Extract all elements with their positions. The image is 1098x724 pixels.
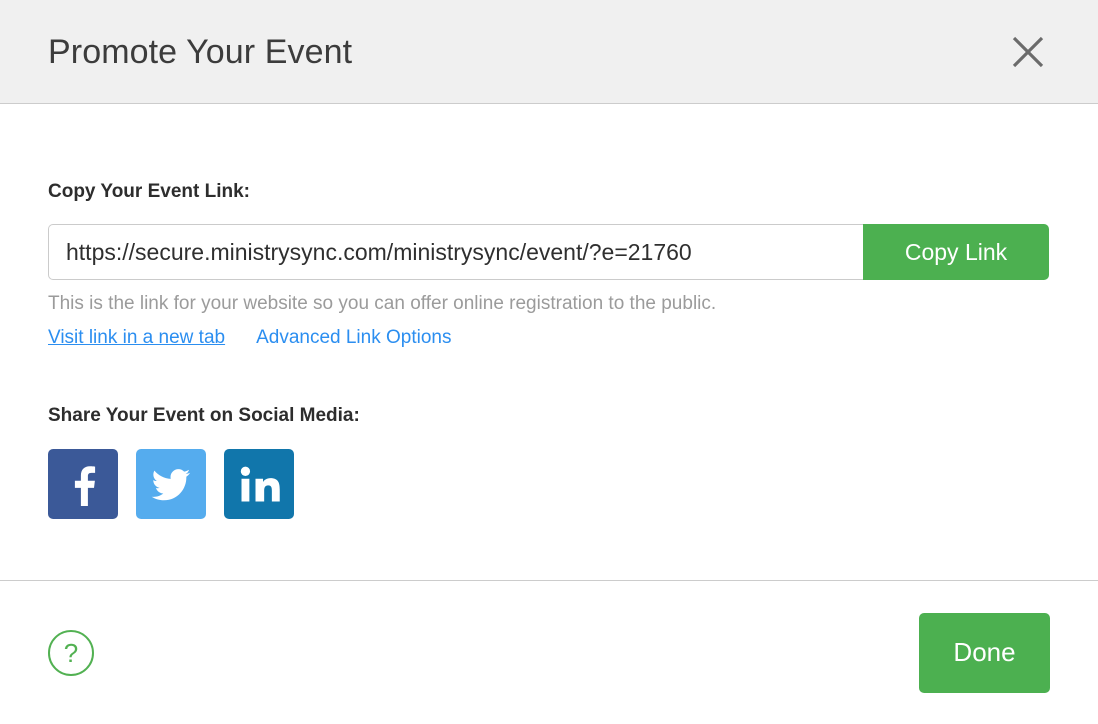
help-question-mark: ?: [63, 637, 79, 668]
copy-link-button[interactable]: Copy Link: [863, 224, 1049, 280]
page-title: Promote Your Event: [48, 32, 353, 71]
copy-link-label: Copy Your Event Link:: [48, 181, 250, 202]
visit-link-new-tab-link[interactable]: Visit link in a new tab: [48, 327, 225, 349]
link-input-row: Copy Link: [48, 224, 1049, 280]
share-facebook-button[interactable]: [48, 448, 118, 519]
help-icon[interactable]: ?: [48, 629, 94, 676]
share-linkedin-button[interactable]: [224, 448, 294, 519]
link-help-text: This is the link for your website so you…: [48, 293, 717, 314]
close-button[interactable]: [1002, 26, 1054, 78]
modal-header: Promote Your Event: [0, 0, 1098, 104]
event-link-input[interactable]: [48, 224, 863, 280]
link-section: Copy Your Event Link: Copy Link This is …: [48, 104, 1050, 349]
modal-body: Copy Your Event Link: Copy Link This is …: [0, 104, 1098, 580]
advanced-link-options-link[interactable]: Advanced Link Options: [256, 327, 451, 349]
social-media-label: Share Your Event on Social Media:: [48, 404, 360, 426]
linkedin-icon: [238, 463, 280, 505]
share-twitter-button[interactable]: [136, 448, 206, 519]
link-actions-row: Visit link in a new tab Advanced Link Op…: [48, 327, 1050, 349]
close-icon: [1011, 35, 1045, 69]
facebook-icon: [61, 462, 105, 506]
social-section: Share Your Event on Social Media:: [48, 349, 1050, 519]
twitter-icon: [148, 461, 194, 507]
done-button[interactable]: Done: [919, 612, 1050, 693]
social-icons-row: [48, 448, 1050, 519]
modal-footer: ? Done: [0, 580, 1098, 724]
promote-event-modal: Promote Your Event Copy Your Event Link:…: [0, 0, 1098, 724]
